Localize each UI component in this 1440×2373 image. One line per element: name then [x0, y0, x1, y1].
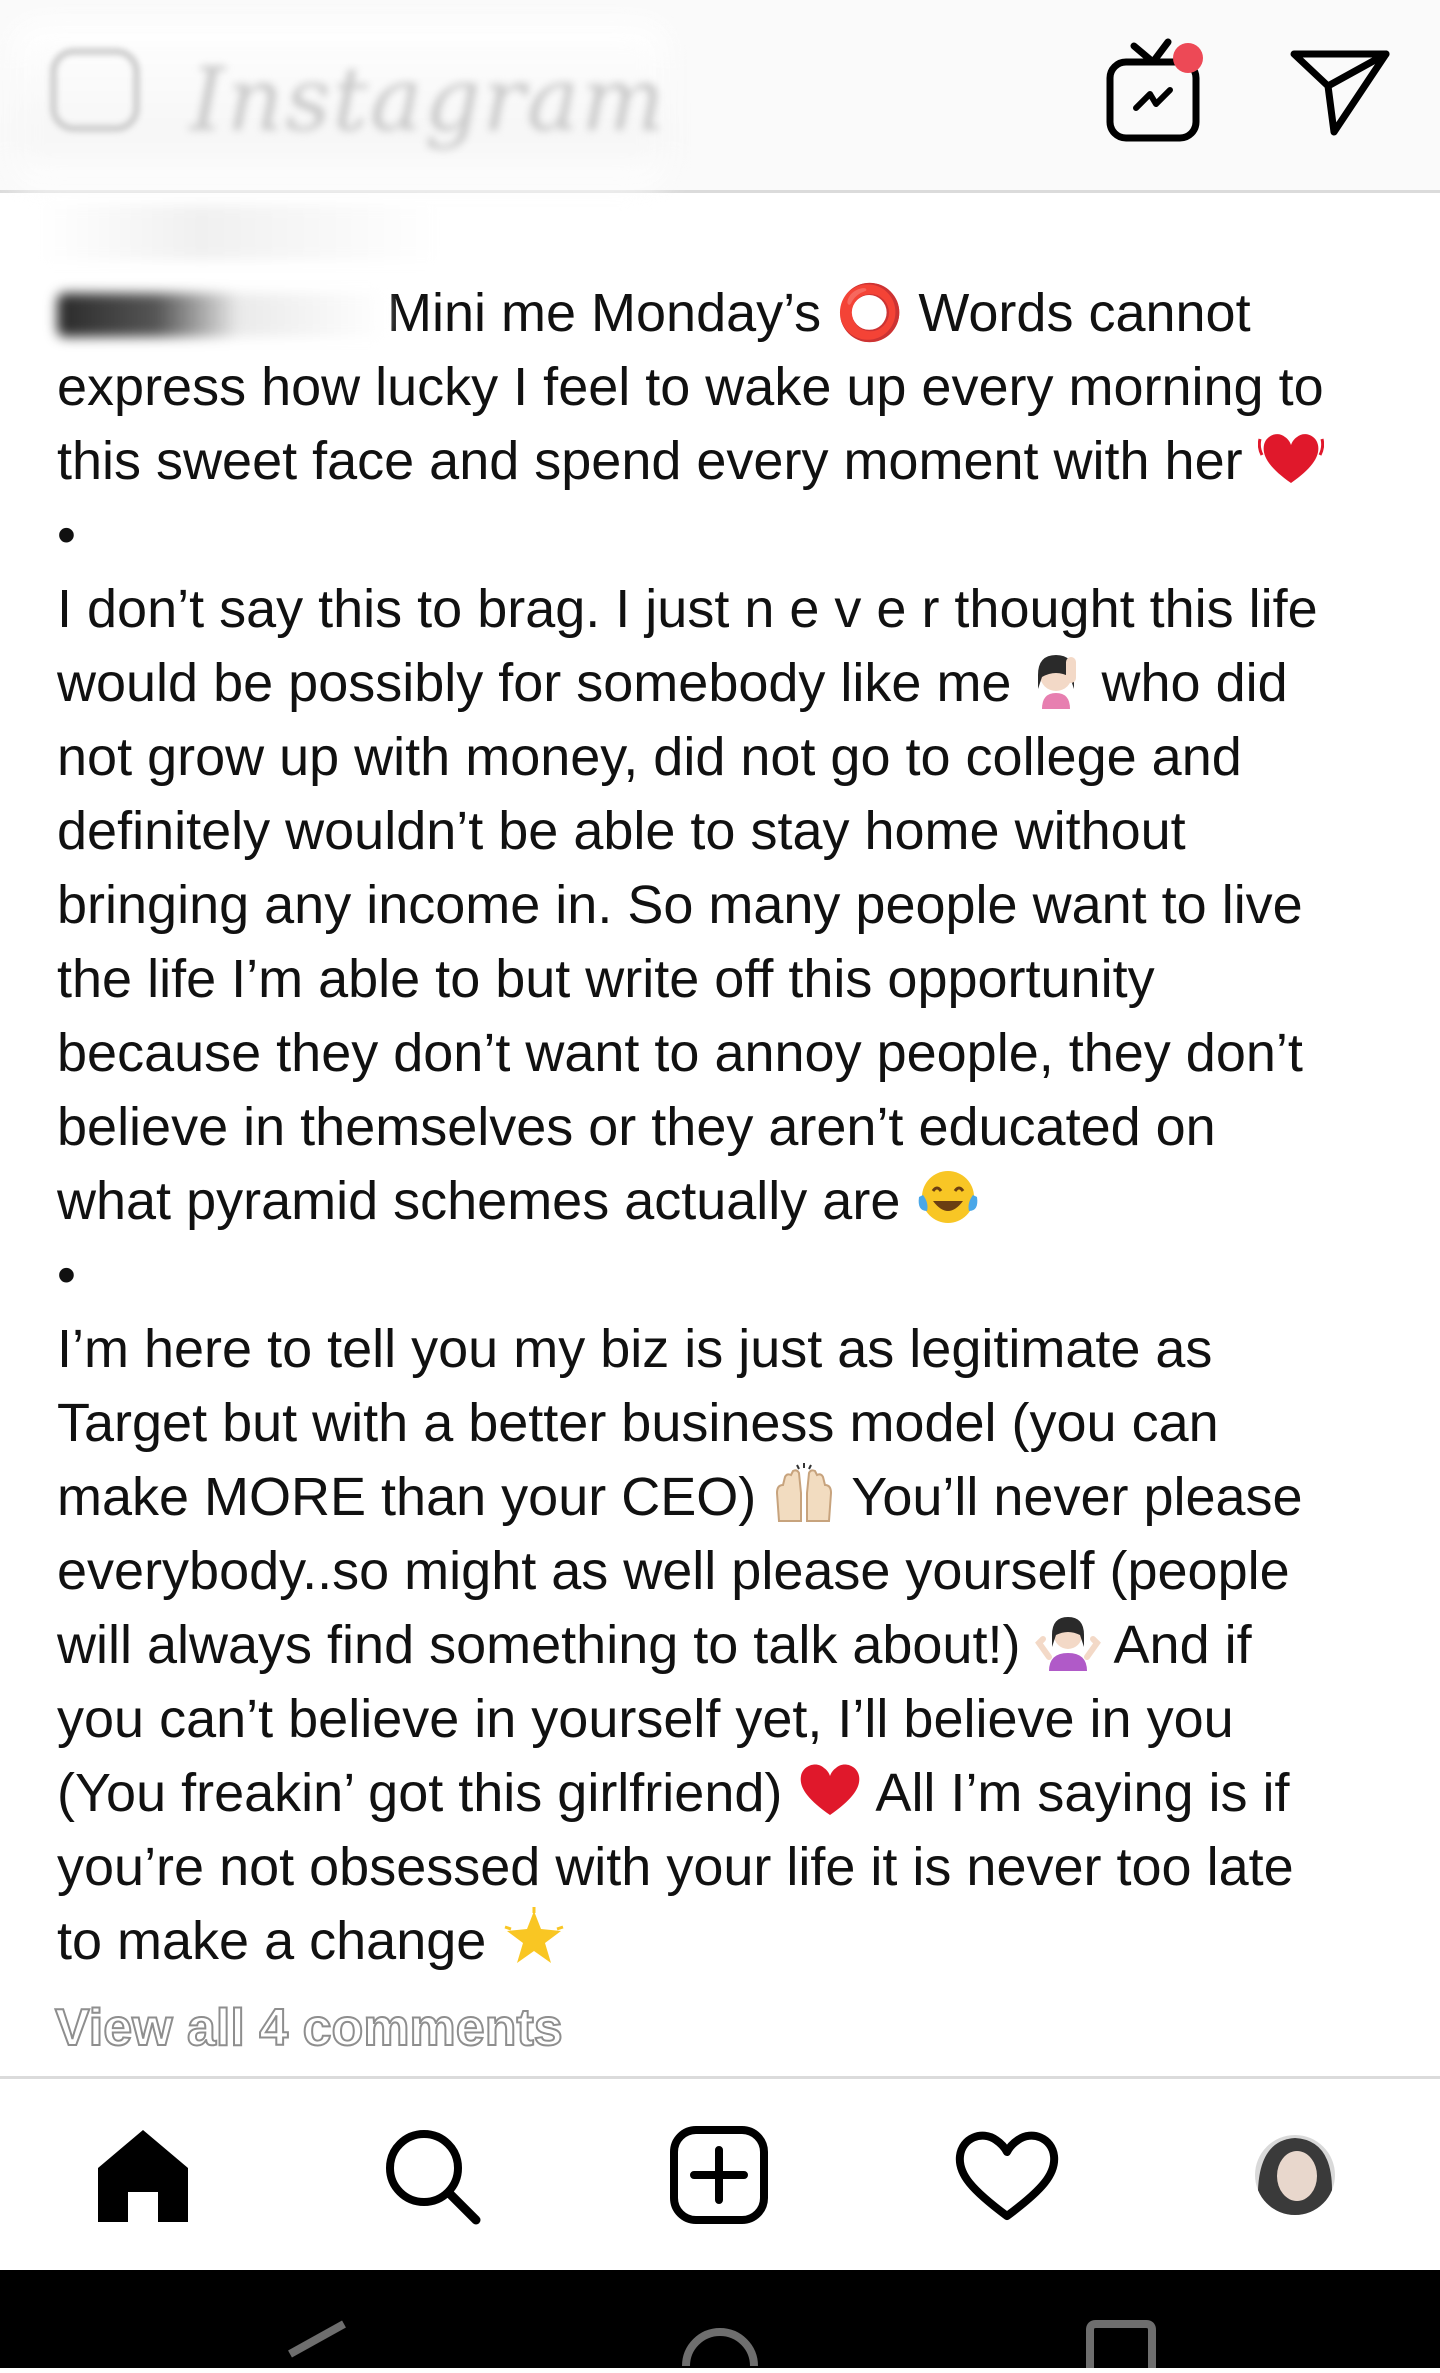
direct-message-icon[interactable] [1290, 46, 1390, 138]
caption-line: this sweet face and spend every moment w… [57, 424, 1397, 498]
home-icon[interactable] [88, 2120, 198, 2230]
caption-line: to make a change [57, 1904, 1397, 1978]
scrolled-header-remnant [40, 205, 440, 260]
logo-wordmark: Instagram [190, 48, 667, 151]
caption-line: I’m here to tell you my biz is just as l… [57, 1319, 1213, 1379]
caption-text: (You freakin’ got this girlfriend) [57, 1763, 783, 1823]
instagram-logo-blurred: Instagram [0, 0, 690, 200]
tears-of-joy-emoji-icon [915, 1167, 981, 1246]
search-icon[interactable] [376, 2120, 486, 2230]
caption-line: will always find something to talk about… [57, 1608, 1397, 1682]
caption-line: Target but with a better business model … [57, 1393, 1219, 1453]
caption-bullet: • [57, 1245, 76, 1305]
caption-text: All I’m saying is if [875, 1763, 1290, 1823]
caption-text: this sweet face and spend every moment w… [57, 431, 1243, 491]
post-caption: Mini me Monday’s ⭕ Words cannot express … [57, 276, 1397, 1978]
caption-line: make MORE than your CEO) You’ll never pl… [57, 1460, 1397, 1534]
caption-text: You’ll never please [851, 1467, 1303, 1527]
notification-dot [1173, 43, 1203, 73]
caption-text: Mini me Monday’s ⭕ Words cannot [387, 283, 1251, 343]
caption-bullet: • [57, 505, 76, 565]
caption-line: not grow up with money, did not go to co… [57, 727, 1242, 787]
back-button-icon[interactable] [282, 2320, 352, 2373]
woman-raising-hand-emoji-icon [1026, 649, 1086, 728]
caption-text: who did [1101, 653, 1288, 713]
caption-line: everybody..so might as well please yours… [57, 1541, 1290, 1601]
caption-line: because they don’t want to annoy people,… [57, 1023, 1303, 1083]
raising-hands-emoji-icon [771, 1463, 837, 1542]
glowing-star-emoji-icon [501, 1907, 567, 1986]
caption-line: I don’t say this to brag. I just n e v e… [57, 579, 1318, 639]
heart-icon[interactable] [952, 2120, 1062, 2230]
caption-line: definitely wouldn’t be able to stay home… [57, 801, 1186, 861]
profile-avatar[interactable] [1240, 2120, 1350, 2230]
beating-heart-emoji-icon [1257, 427, 1324, 506]
username-blurred[interactable] [57, 293, 387, 337]
caption-text: And if [1113, 1615, 1252, 1675]
caption-line: what pyramid schemes actually are [57, 1164, 1397, 1238]
caption-text: will always find something to talk about… [57, 1615, 1021, 1675]
caption-text: what pyramid schemes actually are [57, 1171, 901, 1231]
caption-text: to make a change [57, 1911, 487, 1971]
caption-line: you’re not obsessed with your life it is… [57, 1837, 1294, 1897]
red-heart-emoji-icon [797, 1759, 863, 1838]
caption-line: the life I’m able to but write off this … [57, 949, 1155, 1009]
bottom-navigation-divider [0, 2076, 1440, 2079]
caption-text: make MORE than your CEO) [57, 1467, 757, 1527]
camera-icon [50, 48, 140, 132]
woman-shrugging-emoji-icon [1035, 1611, 1102, 1690]
caption-text: would be possibly for somebody like me [57, 653, 1012, 713]
home-button-icon[interactable] [680, 2320, 760, 2373]
caption-line: you can’t believe in yourself yet, I’ll … [57, 1689, 1234, 1749]
caption-line: express how lucky I feel to wake up ever… [57, 357, 1324, 417]
recent-apps-button-icon[interactable] [1086, 2320, 1156, 2373]
caption-line: would be possibly for somebody like me w… [57, 646, 1397, 720]
caption-line: bringing any income in. So many people w… [57, 875, 1303, 935]
new-post-icon[interactable] [664, 2120, 774, 2230]
caption-line: Mini me Monday’s ⭕ Words cannot [57, 276, 1397, 350]
caption-line: believe in themselves or they aren’t edu… [57, 1097, 1216, 1157]
view-all-comments-link[interactable]: View all 4 comments [54, 1998, 564, 2058]
caption-line: (You freakin’ got this girlfriend) All I… [57, 1756, 1397, 1830]
